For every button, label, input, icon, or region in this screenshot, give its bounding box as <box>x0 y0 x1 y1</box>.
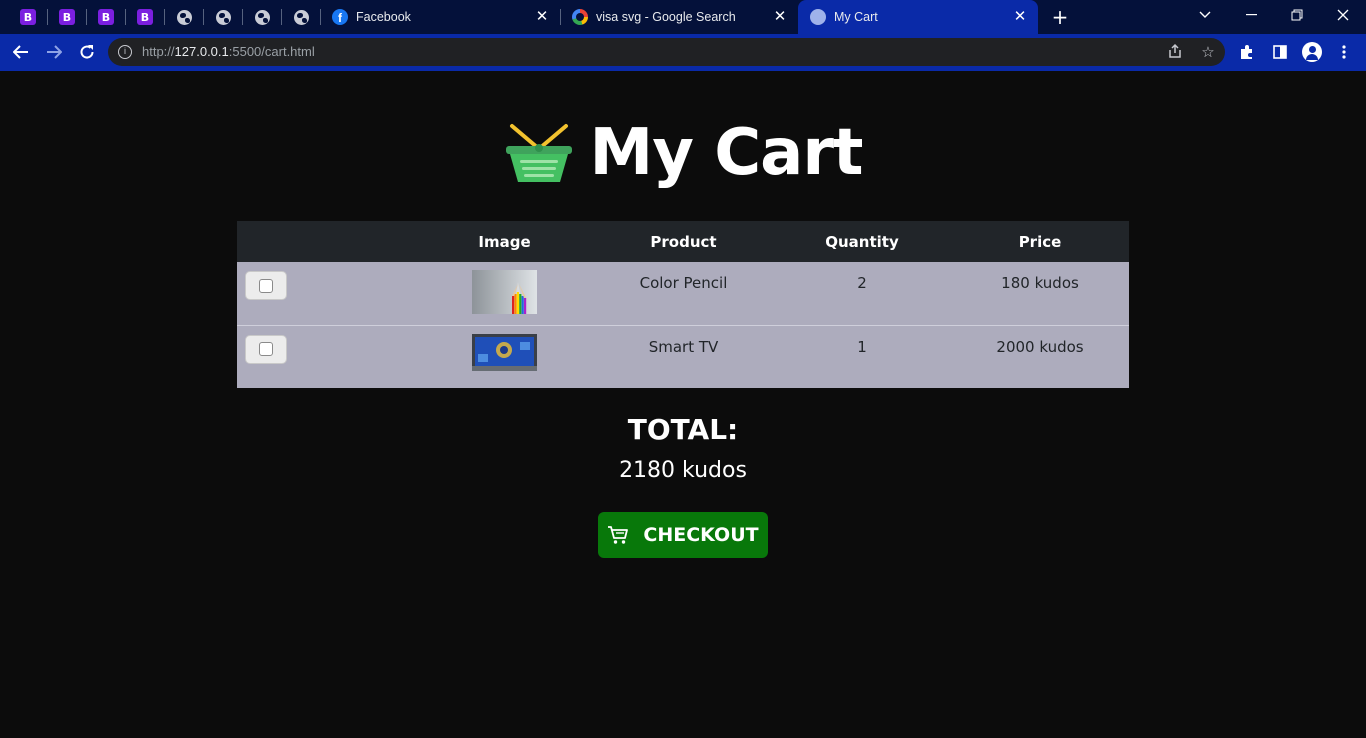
tab-separator <box>203 9 204 25</box>
select-cell <box>237 262 415 325</box>
close-window-button[interactable] <box>1320 0 1366 30</box>
facebook-icon: f <box>332 9 348 25</box>
smart-tv-thumbnail <box>472 333 537 371</box>
product-quantity: 1 <box>857 337 867 356</box>
tab-facebook[interactable]: f Facebook ✕ <box>320 0 560 34</box>
cart-table: Image Product Quantity Price Color Penci… <box>237 221 1129 388</box>
globe-icon <box>293 9 309 25</box>
bootstrap-icon: B <box>20 9 36 25</box>
bookmark-star-icon[interactable]: ☆ <box>1199 43 1217 61</box>
tab-separator <box>47 9 48 25</box>
column-header-image: Image <box>478 232 531 251</box>
tab-strip: B B B B f Facebook ✕ visa svg - Google S… <box>0 0 1366 34</box>
address-bar[interactable]: i http://127.0.0.1:5500/cart.html ☆ <box>108 38 1225 66</box>
image-cell <box>415 325 594 388</box>
globe-icon <box>254 9 270 25</box>
total-value: 2180 kudos <box>619 458 747 483</box>
profile-avatar-icon[interactable] <box>1302 42 1322 62</box>
column-header-quantity: Quantity <box>825 232 899 251</box>
tab-separator <box>164 9 165 25</box>
tab-title: My Cart <box>834 10 878 24</box>
product-price: 180 kudos <box>1001 274 1079 292</box>
tab-separator <box>125 9 126 25</box>
table-row: Color Pencil 2 180 kudos <box>237 262 1129 325</box>
side-panel-icon[interactable] <box>1270 42 1290 62</box>
globe-icon <box>810 9 826 25</box>
info-icon[interactable]: i <box>118 45 132 59</box>
tab-separator <box>86 9 87 25</box>
restore-button[interactable] <box>1274 0 1320 30</box>
pinned-tab-2[interactable]: B <box>54 5 80 29</box>
arrow-right-icon <box>47 45 62 59</box>
tab-separator <box>242 9 243 25</box>
bootstrap-icon: B <box>98 9 114 25</box>
column-header-product: Product <box>650 232 717 251</box>
color-pencil-thumbnail <box>472 270 537 314</box>
chevron-down-icon <box>1199 11 1211 18</box>
table-header-row: Image Product Quantity Price <box>237 221 1129 262</box>
product-quantity: 2 <box>857 274 867 292</box>
pinned-tab-4[interactable]: B <box>132 5 158 29</box>
tab-title: visa svg - Google Search <box>596 10 736 24</box>
basket-icon <box>505 124 572 182</box>
pinned-tab-3[interactable]: B <box>93 5 119 29</box>
page-title: My Cart <box>589 116 864 190</box>
browser-toolbar: i http://127.0.0.1:5500/cart.html ☆ <box>0 34 1366 70</box>
close-icon[interactable]: ✕ <box>1012 9 1028 25</box>
toolbar-divider <box>0 69 1366 71</box>
menu-kebab-icon[interactable] <box>1334 42 1354 62</box>
column-header-price: Price <box>1018 232 1062 251</box>
close-icon <box>1337 9 1349 21</box>
minimize-icon <box>1245 14 1257 16</box>
select-item-checkbox[interactable] <box>245 334 287 364</box>
tab-my-cart[interactable]: My Cart ✕ <box>798 0 1038 34</box>
pinned-tab-7[interactable] <box>249 5 275 29</box>
share-icon[interactable] <box>1166 43 1184 61</box>
pinned-tab-6[interactable] <box>210 5 236 29</box>
product-name: Color Pencil <box>639 274 728 292</box>
forward-button[interactable] <box>42 40 66 64</box>
tab-search-button[interactable] <box>1182 0 1228 30</box>
minimize-button[interactable] <box>1228 0 1274 30</box>
checkout-button[interactable]: CHECKOUT <box>598 512 768 558</box>
select-cell <box>237 325 415 388</box>
pinned-tab-1[interactable]: B <box>15 5 41 29</box>
pinned-tab-8[interactable] <box>288 5 314 29</box>
checkbox-box <box>259 278 273 293</box>
checkout-label: CHECKOUT <box>643 524 759 546</box>
globe-icon <box>176 9 192 25</box>
restore-icon <box>1291 9 1303 21</box>
page-header: My Cart <box>0 108 1366 198</box>
bootstrap-icon: B <box>59 9 75 25</box>
reload-button[interactable] <box>75 40 99 64</box>
reload-icon <box>80 45 94 59</box>
google-icon <box>572 9 588 25</box>
bootstrap-icon: B <box>137 9 153 25</box>
total-label: TOTAL: <box>627 413 739 446</box>
product-price: 2000 kudos <box>996 337 1084 356</box>
tab-separator <box>281 9 282 25</box>
pinned-tab-5[interactable] <box>171 5 197 29</box>
url-text: http://127.0.0.1:5500/cart.html <box>142 44 315 59</box>
globe-icon <box>215 9 231 25</box>
image-cell <box>415 262 594 325</box>
shopping-cart-icon <box>608 526 629 544</box>
checkbox-box <box>259 342 273 356</box>
product-name: Smart TV <box>648 337 719 356</box>
close-icon[interactable]: ✕ <box>772 9 788 25</box>
tab-title: Facebook <box>356 10 411 24</box>
arrow-left-icon <box>13 45 28 59</box>
select-item-checkbox[interactable] <box>245 271 287 300</box>
table-row: Smart TV 1 2000 kudos <box>237 325 1129 388</box>
new-tab-button[interactable]: + <box>1050 7 1070 27</box>
extensions-icon[interactable] <box>1237 42 1257 62</box>
tab-google-search[interactable]: visa svg - Google Search ✕ <box>560 0 798 34</box>
close-icon[interactable]: ✕ <box>534 9 550 25</box>
back-button[interactable] <box>9 40 33 64</box>
column-header-select <box>237 221 415 262</box>
